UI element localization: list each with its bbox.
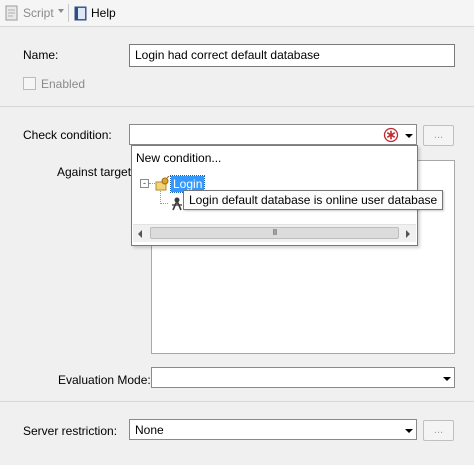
script-button[interactable]: Script — [4, 2, 54, 24]
help-book-icon — [74, 6, 87, 21]
server-restriction-browse-button[interactable]: ... — [423, 420, 454, 441]
name-input[interactable]: Login had correct default database — [129, 44, 455, 67]
help-label: Help — [91, 6, 116, 20]
tree-expander[interactable]: - — [140, 179, 149, 188]
scroll-left-icon[interactable] — [138, 230, 142, 238]
toolbar: Script Help — [0, 0, 474, 26]
script-label: Script — [23, 6, 54, 20]
help-button[interactable]: Help — [73, 2, 116, 24]
server-restriction-combo[interactable]: None — [129, 419, 417, 440]
script-dropdown-arrow-icon[interactable] — [58, 9, 64, 13]
toolbar-separator — [68, 4, 69, 22]
horizontal-scrollbar[interactable]: III — [133, 224, 416, 242]
evaluation-mode-combo[interactable] — [151, 367, 455, 388]
scroll-right-icon[interactable] — [406, 230, 410, 238]
enabled-label: Enabled — [41, 77, 86, 91]
chevron-down-icon[interactable] — [405, 428, 413, 433]
server-restriction-label: Server restriction: — [23, 424, 118, 438]
chevron-down-icon[interactable] — [443, 376, 451, 381]
new-condition-item[interactable]: New condition... — [136, 151, 221, 165]
error-icon — [383, 127, 399, 143]
script-icon — [5, 5, 18, 21]
section-divider — [0, 106, 474, 107]
enabled-checkbox[interactable] — [23, 77, 36, 90]
check-condition-combo[interactable] — [129, 124, 417, 145]
toolbar-divider — [0, 26, 474, 27]
evaluation-mode-label: Evaluation Mode: — [58, 373, 151, 387]
facet-icon — [155, 176, 170, 191]
check-condition-browse-button[interactable]: ... — [423, 125, 454, 146]
chevron-down-icon[interactable] — [405, 133, 413, 138]
server-restriction-value: None — [135, 423, 164, 437]
condition-tooltip: Login default database is online user da… — [183, 190, 444, 210]
section-divider — [0, 401, 474, 402]
name-label: Name: — [23, 48, 59, 62]
tree-connector — [160, 203, 168, 204]
against-targets-label: Against targets — [57, 165, 138, 179]
check-condition-label: Check condition: — [23, 128, 112, 142]
scrollbar-thumb[interactable]: III — [150, 227, 399, 239]
